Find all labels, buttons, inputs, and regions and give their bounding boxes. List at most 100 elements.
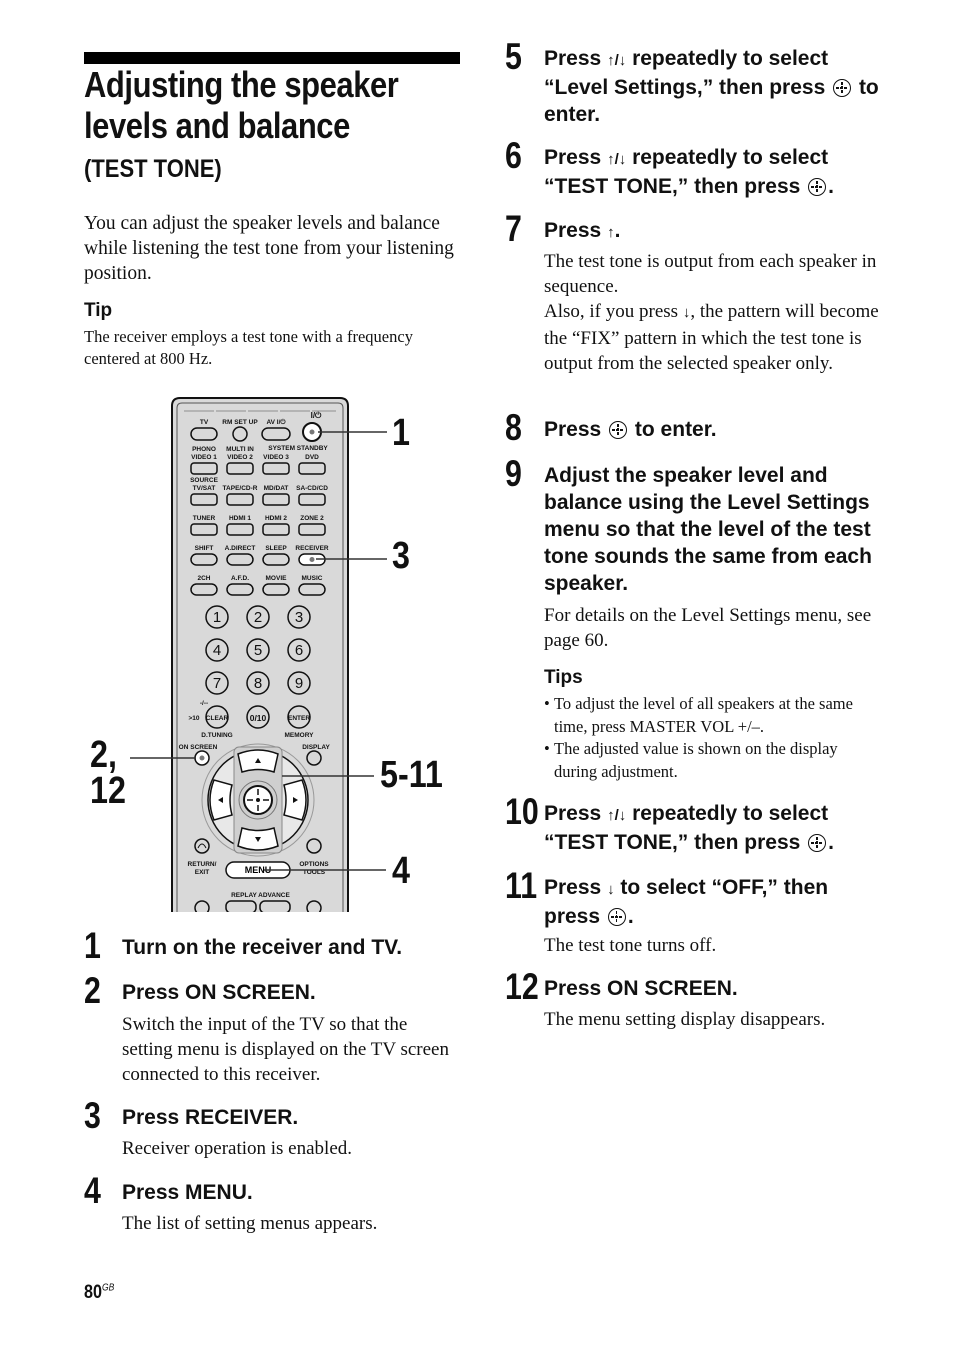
step-body: The list of setting menus appears. — [122, 1213, 378, 1234]
2ch-button — [190, 583, 218, 596]
page-number: 80GB — [84, 1282, 115, 1303]
btn-label-rm-setup: RM SET UP — [222, 419, 258, 426]
svg-text:MUSIC: MUSIC — [302, 575, 323, 582]
tip-item: The adjusted value is shown on the displ… — [544, 738, 884, 783]
svg-text:HDMI 2: HDMI 2 — [265, 515, 287, 522]
step-4: 4 Press MENU. The list of setting menus … — [84, 1172, 474, 1244]
enter-button-icon — [607, 908, 626, 926]
replay-button — [225, 900, 257, 912]
svg-text:2: 2 — [254, 609, 262, 626]
mddat-button — [262, 493, 290, 506]
next-button — [306, 900, 322, 912]
options-button — [306, 838, 322, 854]
step-body: Receiver operation is enabled. — [122, 1138, 353, 1159]
afd-button — [226, 583, 254, 596]
hdmi2-button — [262, 523, 290, 536]
step-12: 12 Press ON SCREEN. The menu setting dis… — [505, 968, 895, 1040]
svg-text:SOURCE: SOURCE — [190, 477, 218, 484]
step-2: 2 Press ON SCREEN. Switch the input of t… — [84, 970, 474, 1094]
svg-text:MD/DAT: MD/DAT — [264, 485, 289, 492]
svg-text:PHONO: PHONO — [192, 446, 216, 453]
svg-text:MOVIE: MOVIE — [266, 575, 288, 582]
return-button — [194, 838, 210, 854]
svg-text:8: 8 — [254, 675, 262, 692]
tip-body: The receiver employs a test tone with a … — [84, 327, 413, 368]
shift-button — [190, 553, 218, 566]
svg-text:9: 9 — [295, 675, 303, 692]
svg-text:0/10: 0/10 — [250, 713, 267, 723]
tuner-button — [190, 523, 218, 536]
step-number: 11 — [505, 865, 538, 906]
svg-text:4: 4 — [213, 642, 221, 659]
remote-control-illustration: TV RM SET UP AV I/⏻ I/⏻ PHONO MULTI IN S… — [130, 397, 387, 912]
sleep-button — [262, 553, 290, 566]
video1-button — [190, 462, 218, 475]
svg-text:5: 5 — [254, 642, 262, 659]
step-9: 9 Adjust the speaker level and balance u… — [505, 455, 895, 657]
svg-text:6: 6 — [295, 642, 303, 659]
rm-setup-button — [232, 426, 248, 442]
step-title: Press ↓ to select “OFF,” then press . — [544, 876, 829, 928]
up-arrow-icon: ↑ — [607, 224, 615, 241]
enter-button-icon — [609, 421, 628, 439]
svg-text:D.TUNING: D.TUNING — [201, 732, 232, 739]
btn-label-tv: TV — [200, 419, 209, 426]
svg-text:RETURN/: RETURN/ — [188, 861, 217, 868]
hdmi1-button — [226, 523, 254, 536]
step-title: Press to enter. — [544, 418, 717, 441]
video3-button — [262, 462, 290, 475]
step-title: Press ↑. — [544, 219, 621, 242]
svg-text:A.F.D.: A.F.D. — [231, 575, 249, 582]
step-6: 6 Press ↑/↓ repeatedly to select “TEST T… — [505, 137, 895, 199]
svg-text:REPLAY: REPLAY — [231, 892, 257, 899]
step-number: 2 — [84, 970, 101, 1011]
step-title: Press ↑/↓ repeatedly to select “TEST TON… — [544, 146, 835, 198]
svg-text:CLEAR: CLEAR — [206, 715, 229, 722]
intro-paragraph: You can adjust the speaker levels and ba… — [84, 213, 454, 284]
step-title: Press RECEIVER. — [122, 1106, 299, 1129]
step-body: For details on the Level Settings menu, … — [544, 605, 872, 651]
display-button — [306, 750, 322, 766]
step-7: 7 Press ↑. The test tone is output from … — [505, 210, 895, 402]
svg-text:ENTER: ENTER — [288, 715, 310, 722]
step-title: Turn on the receiver and TV. — [122, 936, 403, 959]
tvsat-button — [190, 493, 218, 506]
step-number: 8 — [505, 407, 522, 448]
svg-text:TV/SAT: TV/SAT — [193, 485, 216, 492]
enter-button-icon — [833, 79, 852, 97]
up-down-arrow-icon: ↑/↓ — [607, 151, 627, 168]
tv-button — [190, 427, 218, 441]
remote-control-figure: TV RM SET UP AV I/⏻ I/⏻ PHONO MULTI IN S… — [84, 396, 464, 912]
svg-text:MEMORY: MEMORY — [284, 732, 314, 739]
svg-text:HDMI 1: HDMI 1 — [229, 515, 251, 522]
advance-button — [259, 900, 291, 912]
title-line-1: Adjusting the speaker — [84, 64, 399, 105]
tips-heading: Tips — [544, 667, 583, 688]
enter-button-icon — [808, 178, 827, 196]
down-arrow-icon: ↓ — [607, 881, 615, 898]
step-title: Press ↑/↓ repeatedly to select “TEST TON… — [544, 802, 835, 854]
svg-text:ZONE 2: ZONE 2 — [300, 515, 324, 522]
step-10: 10 Press ↑/↓ repeatedly to select “TEST … — [505, 793, 895, 855]
svg-text:VIDEO 3: VIDEO 3 — [263, 454, 289, 461]
step-8: 8 Press to enter. — [505, 407, 895, 451]
prev-button — [194, 900, 210, 912]
step-number: 3 — [84, 1095, 101, 1136]
svg-text:SA-CD/CD: SA-CD/CD — [296, 485, 328, 492]
tips-list: To adjust the level of all speakers at t… — [544, 693, 884, 783]
svg-text:SHIFT: SHIFT — [195, 545, 214, 552]
btn-label-power: I/⏻ — [311, 411, 322, 420]
svg-text:TUNER: TUNER — [193, 515, 216, 522]
title-line-2: levels and balance — [84, 105, 350, 146]
svg-text:-/--: -/-- — [200, 700, 208, 707]
svg-text:ADVANCE: ADVANCE — [258, 892, 290, 899]
step-body: The test tone turns off. — [544, 935, 717, 956]
step-number: 5 — [505, 36, 522, 77]
movie-button — [262, 583, 290, 596]
music-button — [298, 583, 326, 596]
svg-text:SYSTEM STANDBY: SYSTEM STANDBY — [268, 445, 328, 452]
callout-4: 4 — [392, 850, 410, 892]
page-region-suffix: GB — [101, 1282, 115, 1294]
callout-2: 2, — [90, 734, 117, 776]
adirect-button — [226, 553, 254, 566]
